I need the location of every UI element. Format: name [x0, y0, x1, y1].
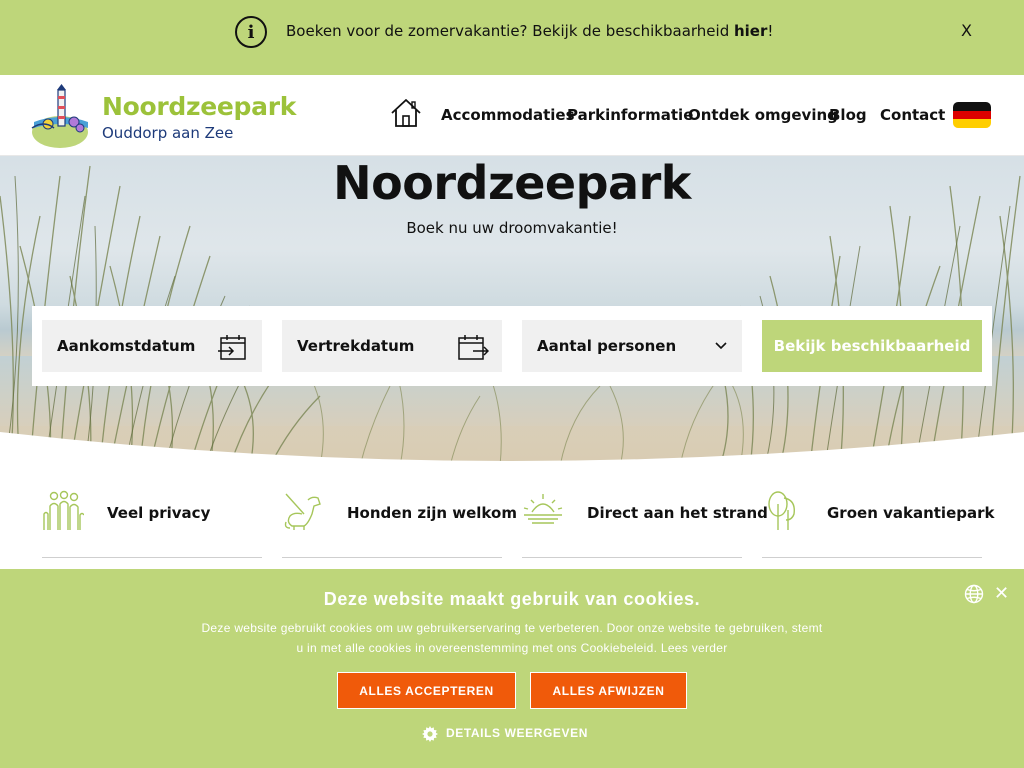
hero-title: Noordzeepark — [333, 156, 691, 210]
feature-beach: Direct aan het strand — [522, 490, 768, 558]
announcement-text-end: ! — [767, 22, 774, 40]
gear-icon — [422, 726, 438, 742]
nav-contact[interactable]: Contact — [880, 106, 945, 124]
brand-subtitle[interactable]: Ouddorp aan Zee — [102, 124, 233, 142]
nav-blog[interactable]: Blog — [829, 106, 867, 124]
hero-wave-divider — [0, 432, 1024, 470]
logo-icon[interactable] — [30, 82, 92, 148]
sunset-icon — [523, 494, 563, 524]
cookie-details-toggle[interactable]: DETAILS WEERGEVEN — [422, 726, 588, 742]
info-icon: i — [235, 16, 267, 48]
feature-beach-label: Direct aan het strand — [587, 504, 768, 522]
nav-ontdek-omgeving[interactable]: Ontdek omgeving — [688, 106, 838, 124]
calendar-arrival-icon — [218, 335, 246, 360]
persons-select[interactable]: Aantal personen — [522, 320, 742, 372]
persons-label: Aantal personen — [537, 337, 677, 355]
trees-icon — [768, 491, 795, 530]
brand-name[interactable]: Noordzeepark — [102, 92, 296, 121]
reject-all-cookies-button[interactable]: ALLES AFWIJZEN — [530, 672, 687, 709]
departure-date-field[interactable]: Vertrekdatum — [282, 320, 502, 372]
hero-subtitle: Boek nu uw droomvakantie! — [406, 219, 618, 237]
cookie-close-icon[interactable]: ✕ — [994, 583, 1009, 604]
nav-parkinformatie[interactable]: Parkinformatie — [567, 106, 693, 124]
departure-date-label: Vertrekdatum — [297, 337, 415, 355]
nav-accommodaties[interactable]: Accommodaties — [441, 106, 575, 124]
cookie-banner: Deze website maakt gebruik van cookies. … — [0, 569, 1024, 768]
feature-dogs: Honden zijn welkom — [282, 490, 517, 558]
site-header: Noordzeepark Ouddorp aan Zee Accommodati… — [0, 75, 1024, 156]
booking-form: Aankomstdatum Vertrekdatum Aantal person… — [32, 306, 992, 386]
announcement-close-button[interactable]: X — [961, 21, 972, 40]
feature-green-park: Groen vakantiepark — [762, 490, 994, 558]
announcement-link[interactable]: hier — [734, 22, 767, 40]
accept-all-cookies-button[interactable]: ALLES ACCEPTEREN — [337, 672, 516, 709]
announcement-text-main: Boeken voor de zomervakantie? Bekijk de … — [286, 22, 734, 40]
home-icon[interactable] — [390, 98, 422, 128]
cookie-title: Deze website maakt gebruik van cookies. — [323, 589, 701, 609]
people-icon — [43, 490, 84, 530]
check-availability-button[interactable]: Bekijk beschikbaarheid — [762, 320, 982, 372]
announcement-text: Boeken voor de zomervakantie? Bekijk de … — [286, 22, 773, 40]
feature-green-park-label: Groen vakantiepark — [827, 504, 995, 522]
arrival-date-field[interactable]: Aankomstdatum — [42, 320, 262, 372]
feature-dogs-label: Honden zijn welkom — [347, 504, 517, 522]
chevron-down-icon — [715, 342, 727, 350]
feature-privacy-label: Veel privacy — [107, 504, 211, 522]
dog-icon — [284, 493, 321, 530]
announcement-bar: i Boeken voor de zomervakantie? Bekijk d… — [0, 0, 1024, 75]
arrival-date-label: Aankomstdatum — [57, 337, 196, 355]
cookie-text: Deze website gebruikt cookies om uw gebr… — [201, 621, 823, 655]
german-flag-icon[interactable] — [953, 102, 991, 128]
cookie-details-label: DETAILS WEERGEVEN — [446, 726, 588, 741]
globe-icon[interactable] — [964, 584, 984, 604]
calendar-departure-icon — [458, 335, 489, 360]
feature-privacy: Veel privacy — [42, 490, 262, 558]
